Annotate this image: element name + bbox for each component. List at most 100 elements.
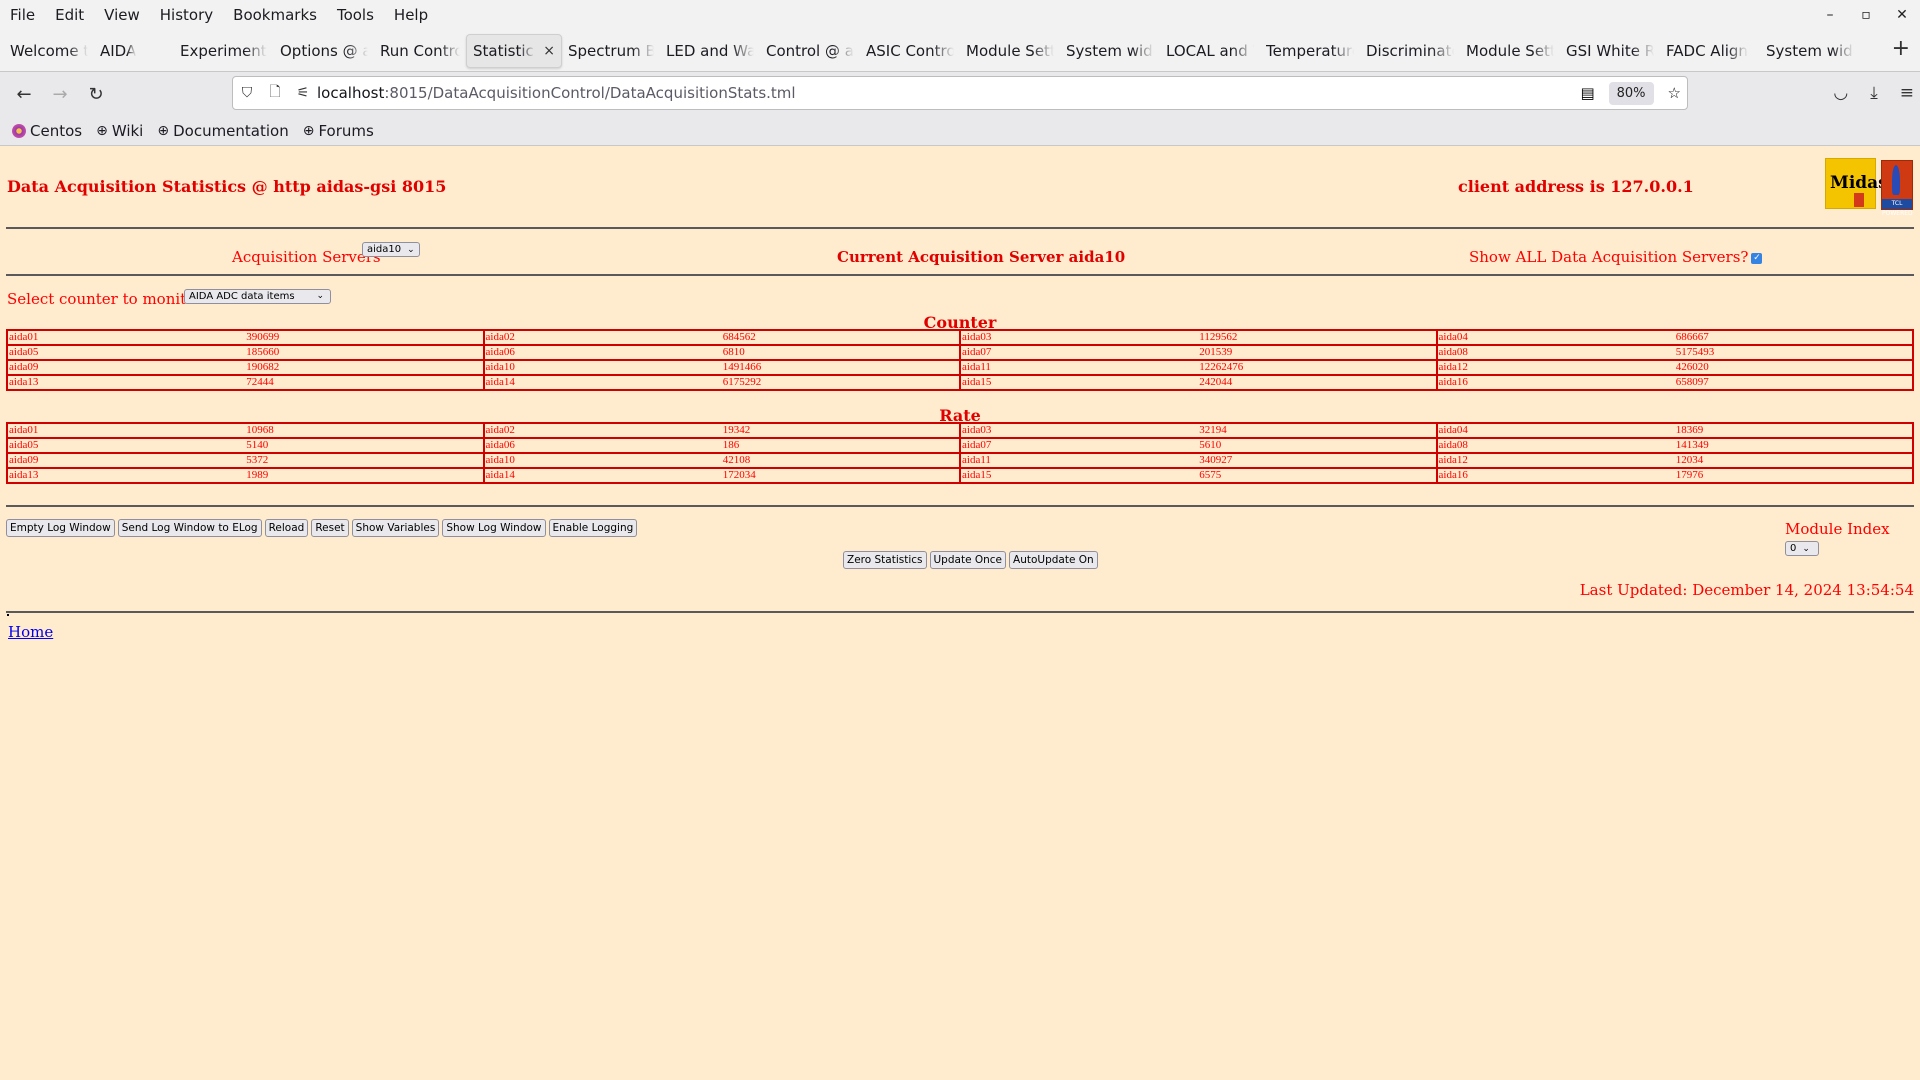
tab-label: Options @ a: [280, 41, 368, 60]
menu-view[interactable]: View: [104, 6, 140, 24]
show-log-window-button[interactable]: Show Log Window: [442, 519, 546, 537]
autoupdate-on-button[interactable]: AutoUpdate On: [1009, 551, 1098, 569]
tab-1[interactable]: AIDA: [94, 34, 174, 68]
show-variables-button[interactable]: Show Variables: [351, 519, 440, 537]
acquisition-servers-label: Acquisition Servers: [232, 248, 381, 266]
tab-12[interactable]: LOCAL and V: [1160, 34, 1260, 68]
server-name-cell: aida15: [958, 374, 1199, 391]
show-all-checkbox[interactable]: ✓: [1751, 252, 1763, 264]
url-bar[interactable]: ⛉ 🗋 ⚟ localhost:8015/DataAcquisitionCont…: [232, 76, 1688, 110]
app-menu-icon[interactable]: ≡: [1900, 83, 1914, 103]
pocket-icon[interactable]: ◡: [1833, 83, 1848, 103]
menu-bookmarks[interactable]: Bookmarks: [233, 6, 317, 24]
tab-10[interactable]: Module Sett: [960, 34, 1060, 68]
bookmarks-toolbar: Centos ⊕ Wiki ⊕ Documentation ⊕ Forums: [0, 116, 1920, 146]
server-name-cell: aida01: [5, 422, 246, 439]
divider: [6, 227, 1914, 229]
server-name-cell: aida11: [958, 359, 1199, 376]
tab-0[interactable]: Welcome to: [4, 34, 94, 68]
zero-statistics-button[interactable]: Zero Statistics: [843, 551, 927, 569]
shield-icon[interactable]: ⛉: [233, 85, 261, 101]
module-index-select[interactable]: 0 ⌄: [1785, 540, 1819, 556]
new-tab-button[interactable]: +: [1892, 36, 1910, 61]
url-path: :8015/DataAcquisitionControl/DataAcquisi…: [384, 84, 796, 102]
zoom-level-button[interactable]: 80%: [1608, 81, 1654, 105]
send-log-window-to-elog-button[interactable]: Send Log Window to ELog: [117, 519, 262, 537]
tab-11[interactable]: System wide: [1060, 34, 1160, 68]
enable-logging-button[interactable]: Enable Logging: [548, 519, 638, 537]
last-updated: Last Updated: December 14, 2024 13:54:54: [1579, 581, 1914, 599]
reader-view-icon[interactable]: ▤: [1580, 84, 1594, 102]
tab-18[interactable]: System wide: [1760, 34, 1860, 68]
menu-history[interactable]: History: [160, 6, 213, 24]
minimize-icon[interactable]: –: [1812, 7, 1848, 23]
menu-file[interactable]: File: [10, 6, 35, 24]
tab-label: ASIC Contro: [866, 41, 954, 60]
acquisition-server-select[interactable]: aida10 ⌄: [362, 242, 420, 257]
server-name-cell: aida08: [1435, 437, 1675, 454]
close-tab-icon[interactable]: ×: [543, 43, 555, 59]
select-value: 0: [1790, 542, 1797, 554]
forward-icon[interactable]: →: [42, 84, 78, 105]
bookmark-forums[interactable]: ⊕ Forums: [303, 122, 374, 140]
server-name-cell: aida05: [5, 344, 246, 361]
server-name-cell: aida13: [5, 467, 246, 484]
value-cell: 1129562: [1198, 329, 1438, 346]
tab-9[interactable]: ASIC Contro: [860, 34, 960, 68]
table-row: aida01 10968 aida02 19342 aida03 32194 aida04 1…: [5, 422, 1915, 439]
update-once-button[interactable]: Update Once: [929, 551, 1007, 569]
menu-help[interactable]: Help: [394, 6, 428, 24]
tab-label: Control @ a: [766, 41, 854, 60]
tab-16[interactable]: GSI White R: [1560, 34, 1660, 68]
menu-tools[interactable]: Tools: [337, 6, 374, 24]
value-cell: 10968: [245, 422, 485, 439]
table-row: aida09 190682 aida10 1491466 aida11 12262476 a…: [5, 359, 1915, 376]
tab-7[interactable]: LED and Wa: [660, 34, 760, 68]
server-name-cell: aida06: [482, 437, 722, 454]
reload-icon[interactable]: ↻: [78, 84, 114, 105]
value-cell: 242044: [1198, 374, 1438, 391]
menu-edit[interactable]: Edit: [55, 6, 84, 24]
log-buttons: Empty Log Window Send Log Window to ELog R…: [6, 519, 640, 537]
tab-15[interactable]: Module Sett: [1460, 34, 1560, 68]
empty-log-window-button[interactable]: Empty Log Window: [6, 519, 115, 537]
bookmark-star-icon[interactable]: ☆: [1668, 84, 1681, 102]
close-window-icon[interactable]: ✕: [1884, 7, 1920, 23]
server-name-cell: aida12: [1435, 452, 1675, 469]
bookmark-label: Documentation: [173, 121, 289, 140]
maximize-icon[interactable]: ▫: [1848, 7, 1884, 23]
value-cell: 201539: [1198, 344, 1438, 361]
server-name-cell: aida09: [5, 359, 246, 376]
tab-3[interactable]: Options @ a: [274, 34, 374, 68]
downloads-icon[interactable]: ⤓: [1870, 83, 1878, 103]
show-all-label: Show ALL Data Acquisition Servers?: [1469, 248, 1749, 266]
divider: [6, 505, 1914, 507]
tab-5[interactable]: Statistics ×: [466, 33, 562, 68]
back-icon[interactable]: ←: [6, 84, 42, 105]
tab-17[interactable]: FADC Align: [1660, 34, 1760, 68]
value-cell: 18369: [1674, 422, 1915, 439]
window-controls: – ▫ ✕: [1812, 0, 1920, 30]
permissions-icon[interactable]: ⚟: [289, 85, 317, 101]
module-index: Module Index 0 ⌄: [1785, 520, 1920, 556]
bookmark-centos[interactable]: Centos: [12, 122, 82, 140]
tab-6[interactable]: Spectrum Br: [562, 34, 660, 68]
bookmark-wiki[interactable]: ⊕ Wiki: [96, 122, 143, 140]
value-cell: 72444: [245, 374, 485, 391]
home-link[interactable]: Home: [8, 623, 53, 641]
tab-label: Statistics: [473, 41, 536, 60]
tab-2[interactable]: Experiment: [174, 34, 274, 68]
value-cell: 141349: [1674, 437, 1915, 454]
bookmark-documentation[interactable]: ⊕ Documentation: [157, 122, 288, 140]
counter-select[interactable]: AIDA ADC data items ⌄: [184, 289, 331, 304]
tab-4[interactable]: Run Control: [374, 34, 466, 68]
url-host: localhost: [317, 84, 385, 102]
reload-button[interactable]: Reload: [264, 519, 309, 537]
server-name-cell: aida04: [1435, 422, 1675, 439]
tcl-logo-text: TCL POWERED: [1882, 199, 1913, 217]
tab-13[interactable]: Temperature: [1260, 34, 1360, 68]
tab-14[interactable]: Discriminato: [1360, 34, 1460, 68]
tcl-logo: TCL POWERED: [1881, 160, 1913, 217]
tab-8[interactable]: Control @ a: [760, 34, 860, 68]
reset-button[interactable]: Reset: [311, 519, 349, 537]
